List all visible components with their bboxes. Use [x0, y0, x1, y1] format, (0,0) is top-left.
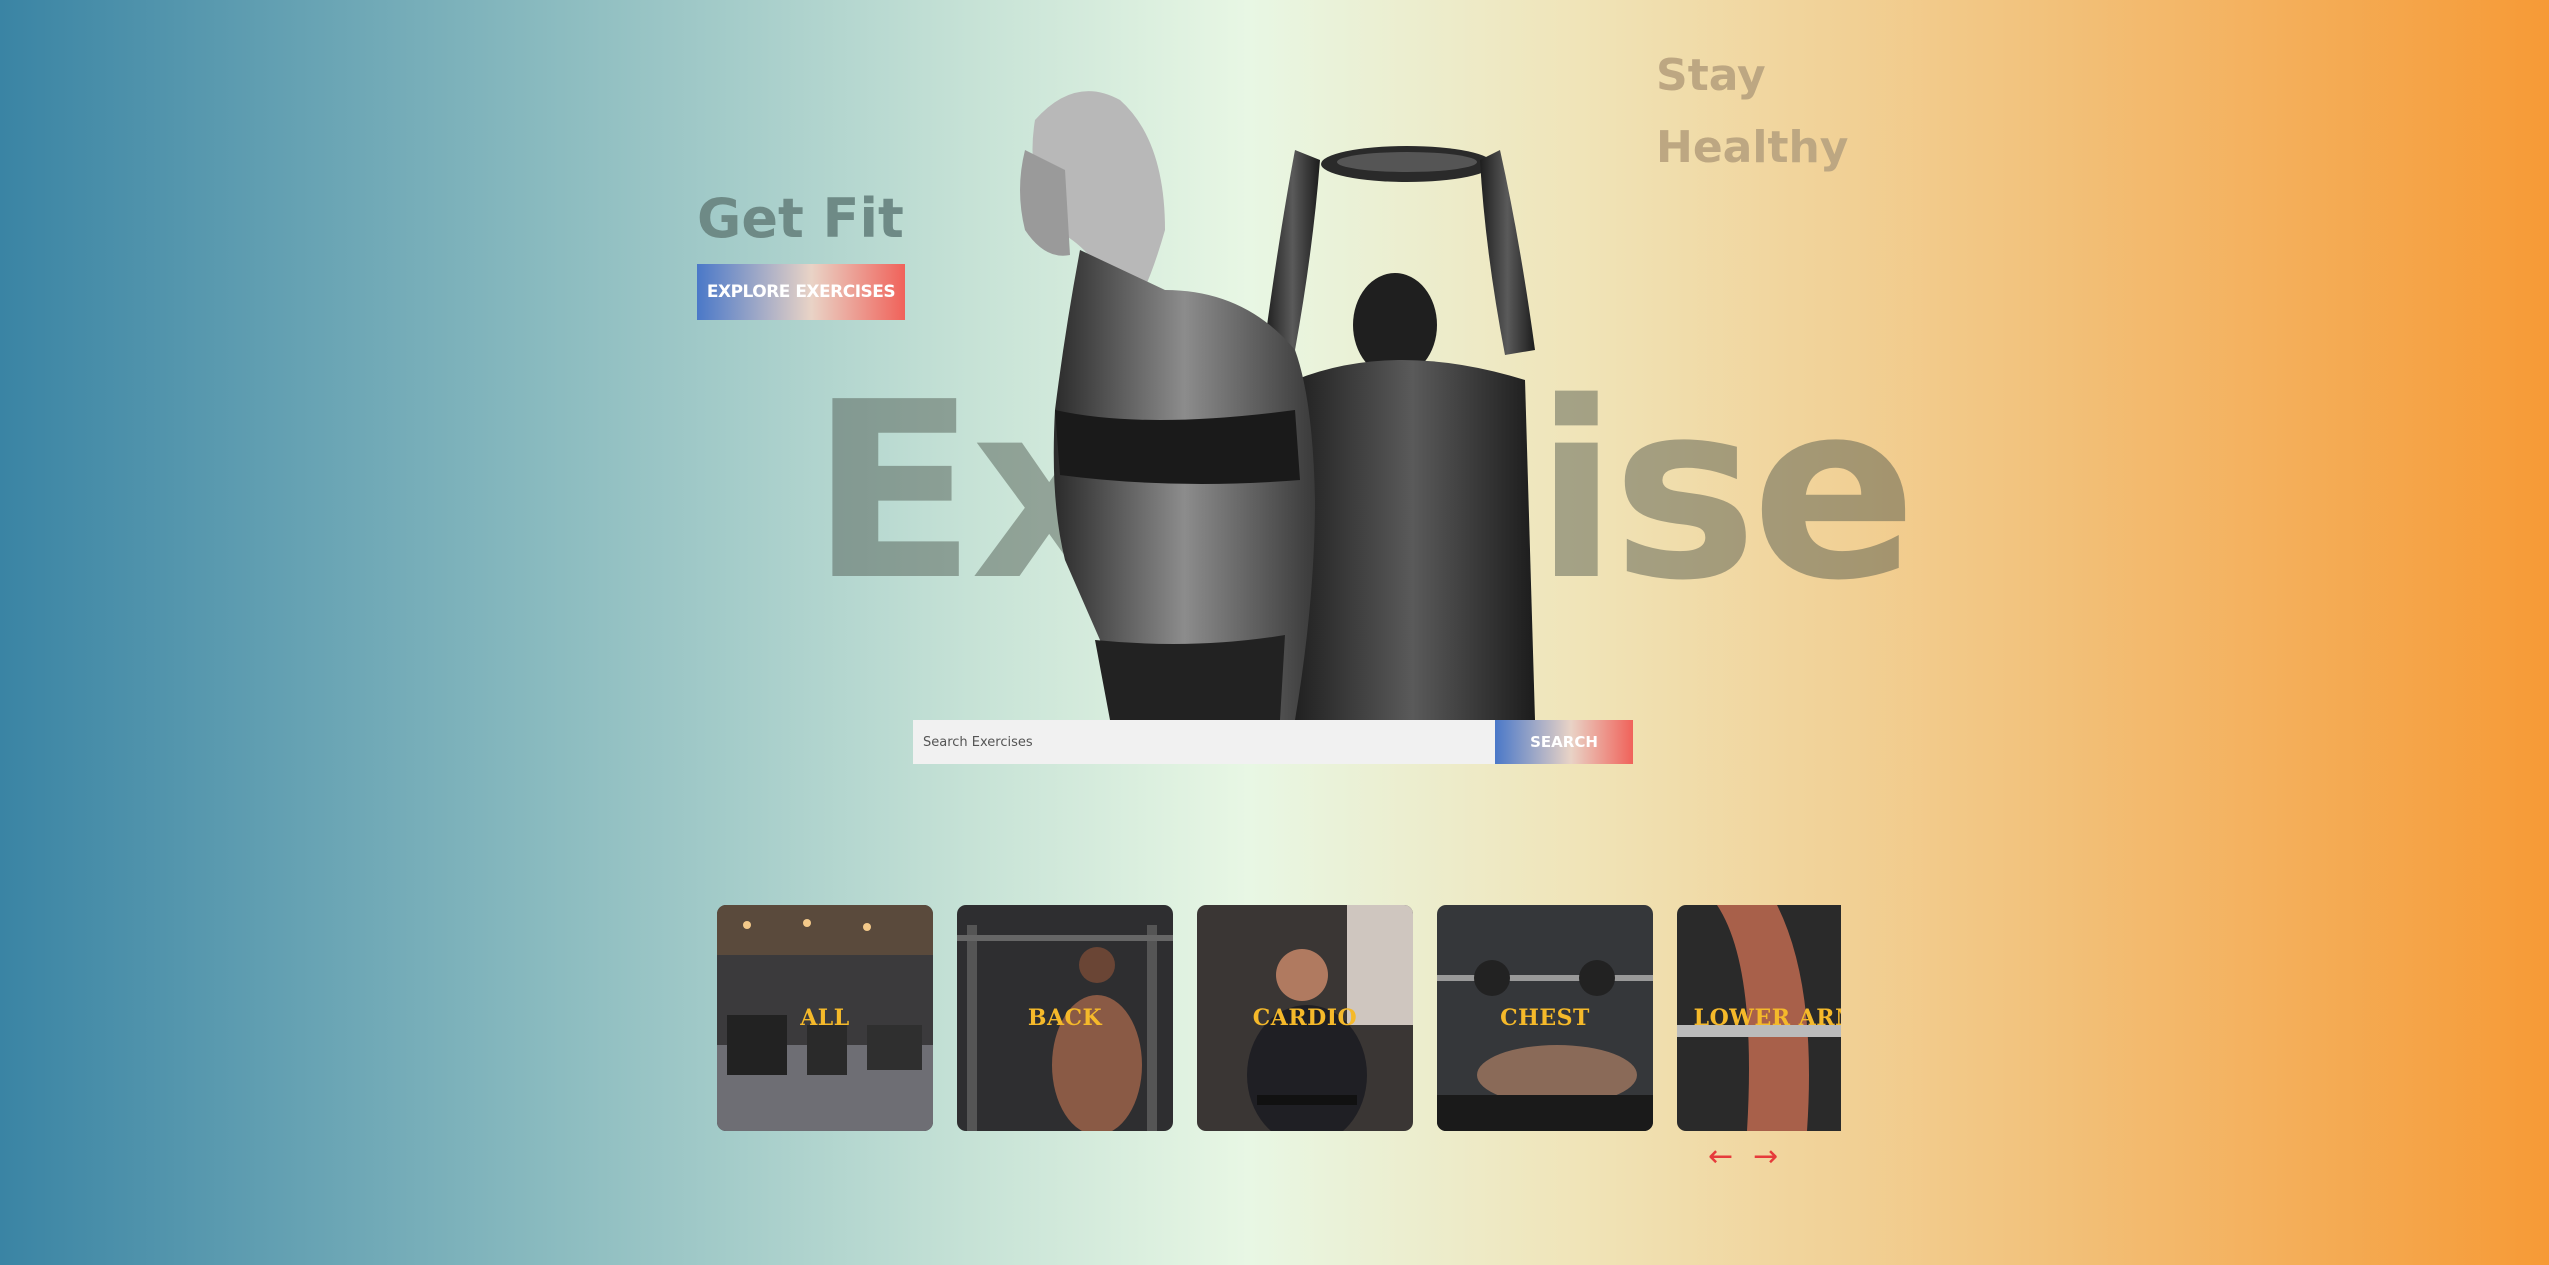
- get-fit-heading: Get Fit: [697, 187, 904, 250]
- carousel-nav: ← →: [1708, 1142, 1778, 1172]
- category-card-cardio[interactable]: CARDIO: [1197, 905, 1413, 1131]
- category-card-back[interactable]: BACK: [957, 905, 1173, 1131]
- category-label: BACK: [1027, 1005, 1103, 1031]
- search-button[interactable]: SEARCH: [1495, 720, 1633, 764]
- category-label: CHEST: [1500, 1005, 1590, 1031]
- arrow-left-icon[interactable]: ←: [1708, 1142, 1733, 1172]
- category-card-all[interactable]: ALL: [717, 905, 933, 1131]
- category-label: CARDIO: [1252, 1005, 1358, 1031]
- arrow-right-icon[interactable]: →: [1753, 1142, 1778, 1172]
- search-input[interactable]: [913, 720, 1495, 764]
- category-carousel: ALL BACK CARDIO CHEST LOWER AR: [717, 905, 1841, 1133]
- category-label: LOWER ARMS: [1693, 1005, 1841, 1031]
- category-label: ALL: [800, 1005, 850, 1031]
- category-card-lower-arms[interactable]: LOWER ARMS: [1677, 905, 1841, 1131]
- explore-exercises-button[interactable]: EXPLORE EXERCISES: [697, 264, 905, 320]
- category-card-chest[interactable]: CHEST: [1437, 905, 1653, 1131]
- hero-athletes-image: [1020, 91, 1535, 720]
- search-bar: SEARCH: [913, 720, 1633, 764]
- stay-healthy-text: Stay Healthy: [1656, 50, 1849, 173]
